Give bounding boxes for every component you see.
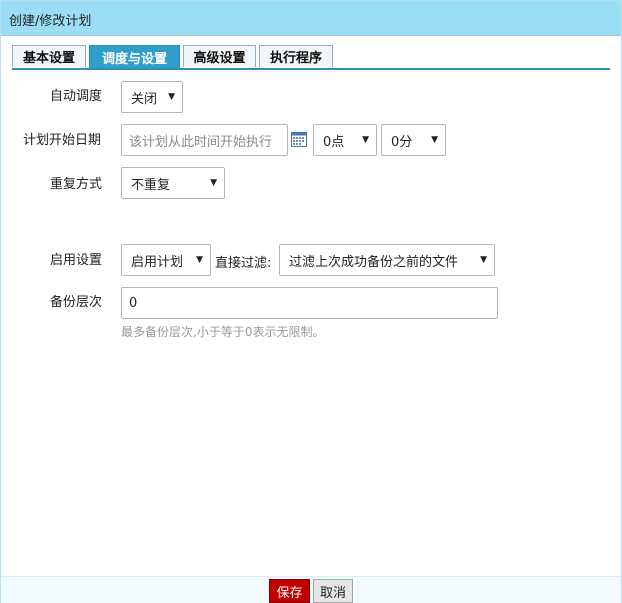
chevron-down-icon: ▼ [168, 92, 175, 102]
chevron-down-icon: ▼ [210, 178, 217, 188]
auto-schedule-select[interactable]: 关闭 ▼ [121, 81, 183, 113]
start-date-label: 计划开始日期 [23, 133, 102, 148]
cancel-button[interactable]: 取消 [313, 579, 353, 603]
filter-select[interactable]: 过滤上次成功备份之前的文件 ▼ [279, 244, 495, 276]
filter-value: 过滤上次成功备份之前的文件 [289, 254, 459, 270]
auto-schedule-label: 自动调度 [50, 89, 103, 104]
backup-levels-hint: 最多备份层次,小于等于0表示无限制。 [121, 325, 325, 339]
repeat-select[interactable]: 不重复 ▼ [121, 167, 225, 199]
tab-executable[interactable]: 执行程序 [259, 45, 333, 67]
save-button[interactable]: 保存 [269, 579, 310, 603]
dialog-title: 创建/修改计划 [9, 14, 92, 29]
chevron-down-icon: ▼ [362, 135, 369, 145]
chevron-down-icon: ▼ [196, 255, 203, 265]
plan-dialog: 创建/修改计划 基本设置 调度与设置 高级设置 执行程序 自动调度 关闭 ▼ 计… [0, 0, 622, 603]
tab-advanced-settings[interactable]: 高级设置 [183, 45, 256, 67]
enable-select[interactable]: 启用计划 ▼ [121, 244, 211, 276]
repeat-value: 不重复 [131, 177, 171, 193]
start-hour-value: 0点 [323, 134, 345, 150]
tab-schedule-settings[interactable]: 调度与设置 [89, 45, 180, 68]
backup-levels-value: 0 [129, 295, 138, 311]
chevron-down-icon: ▼ [480, 255, 487, 265]
start-minute-select[interactable]: 0分 ▼ [381, 124, 446, 156]
chevron-down-icon: ▼ [431, 135, 438, 145]
backup-levels-label: 备份层次 [50, 295, 103, 310]
tab-basic-settings[interactable]: 基本设置 [12, 45, 86, 67]
calendar-icon[interactable] [291, 132, 307, 147]
start-date-placeholder: 该计划从此时间开始执行 [129, 134, 273, 150]
title-bar: 创建/修改计划 [1, 1, 621, 36]
repeat-label: 重复方式 [50, 177, 103, 192]
start-minute-value: 0分 [391, 134, 413, 150]
start-hour-select[interactable]: 0点 ▼ [313, 124, 377, 156]
dialog-footer [1, 576, 621, 603]
enable-value: 启用计划 [131, 254, 184, 270]
backup-levels-input[interactable]: 0 [121, 287, 498, 319]
tab-bar: 基本设置 调度与设置 高级设置 执行程序 [12, 45, 610, 68]
auto-schedule-value: 关闭 [131, 91, 158, 107]
tab-underline [12, 68, 610, 70]
filter-label: 直接过滤: [215, 256, 272, 271]
enable-label: 启用设置 [50, 253, 103, 268]
start-date-input[interactable]: 该计划从此时间开始执行 [121, 124, 288, 156]
